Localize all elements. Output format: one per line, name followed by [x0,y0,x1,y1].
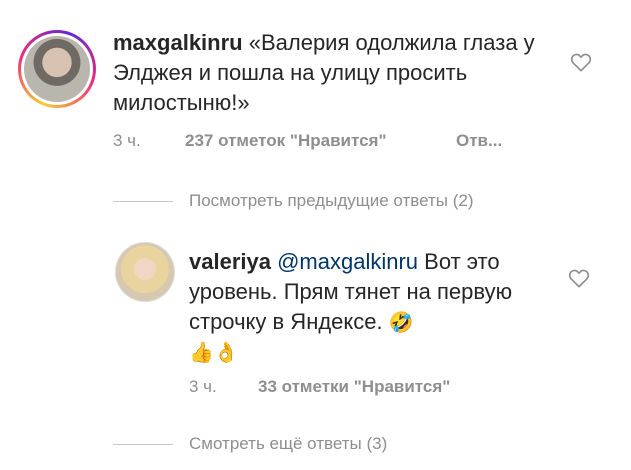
avatar[interactable] [18,30,96,108]
thread-divider [113,201,173,202]
ok-hand-emoji-icon: 👌 [213,342,239,364]
comment-username[interactable]: maxgalkinru [113,30,243,55]
reply-username[interactable]: valeriya [189,249,271,274]
avatar-ring-inner [21,33,93,105]
rofl-emoji-icon: 🤣 [388,312,414,334]
comment-likes-link[interactable]: 237 отметок "Нравится" [185,131,387,151]
reply-avatar[interactable] [115,242,175,302]
comment-time: 3 ч. [113,131,141,150]
reply-mention-link[interactable]: @maxgalkinru [277,249,418,274]
like-heart-icon[interactable] [570,52,592,72]
reply-likes-link[interactable]: 33 отметки "Нравится" [258,377,450,397]
thread-divider-2 [113,444,173,445]
reply-like-heart-icon[interactable] [568,268,590,288]
avatar-photo [24,36,90,102]
thumbs-up-emoji-icon: 👍 [189,342,214,364]
reply-body: valeriya @maxgalkinru Вот это уровень. П… [189,247,529,367]
view-previous-replies-button[interactable]: Посмотреть предыдущие ответы (2) [189,191,474,211]
reply-time: 3 ч. [189,377,217,396]
reply-button[interactable]: Отв... [456,131,502,151]
view-more-replies-button[interactable]: Смотреть ещё ответы (3) [189,434,387,454]
comment-meta: 3 ч. 237 отметок "Нравится" Отв... [113,131,533,153]
reply-meta: 3 ч. 33 отметки "Нравится" [189,377,509,399]
comment-body: maxgalkinru «Валерия одолжила глаза у Эл… [113,28,553,118]
